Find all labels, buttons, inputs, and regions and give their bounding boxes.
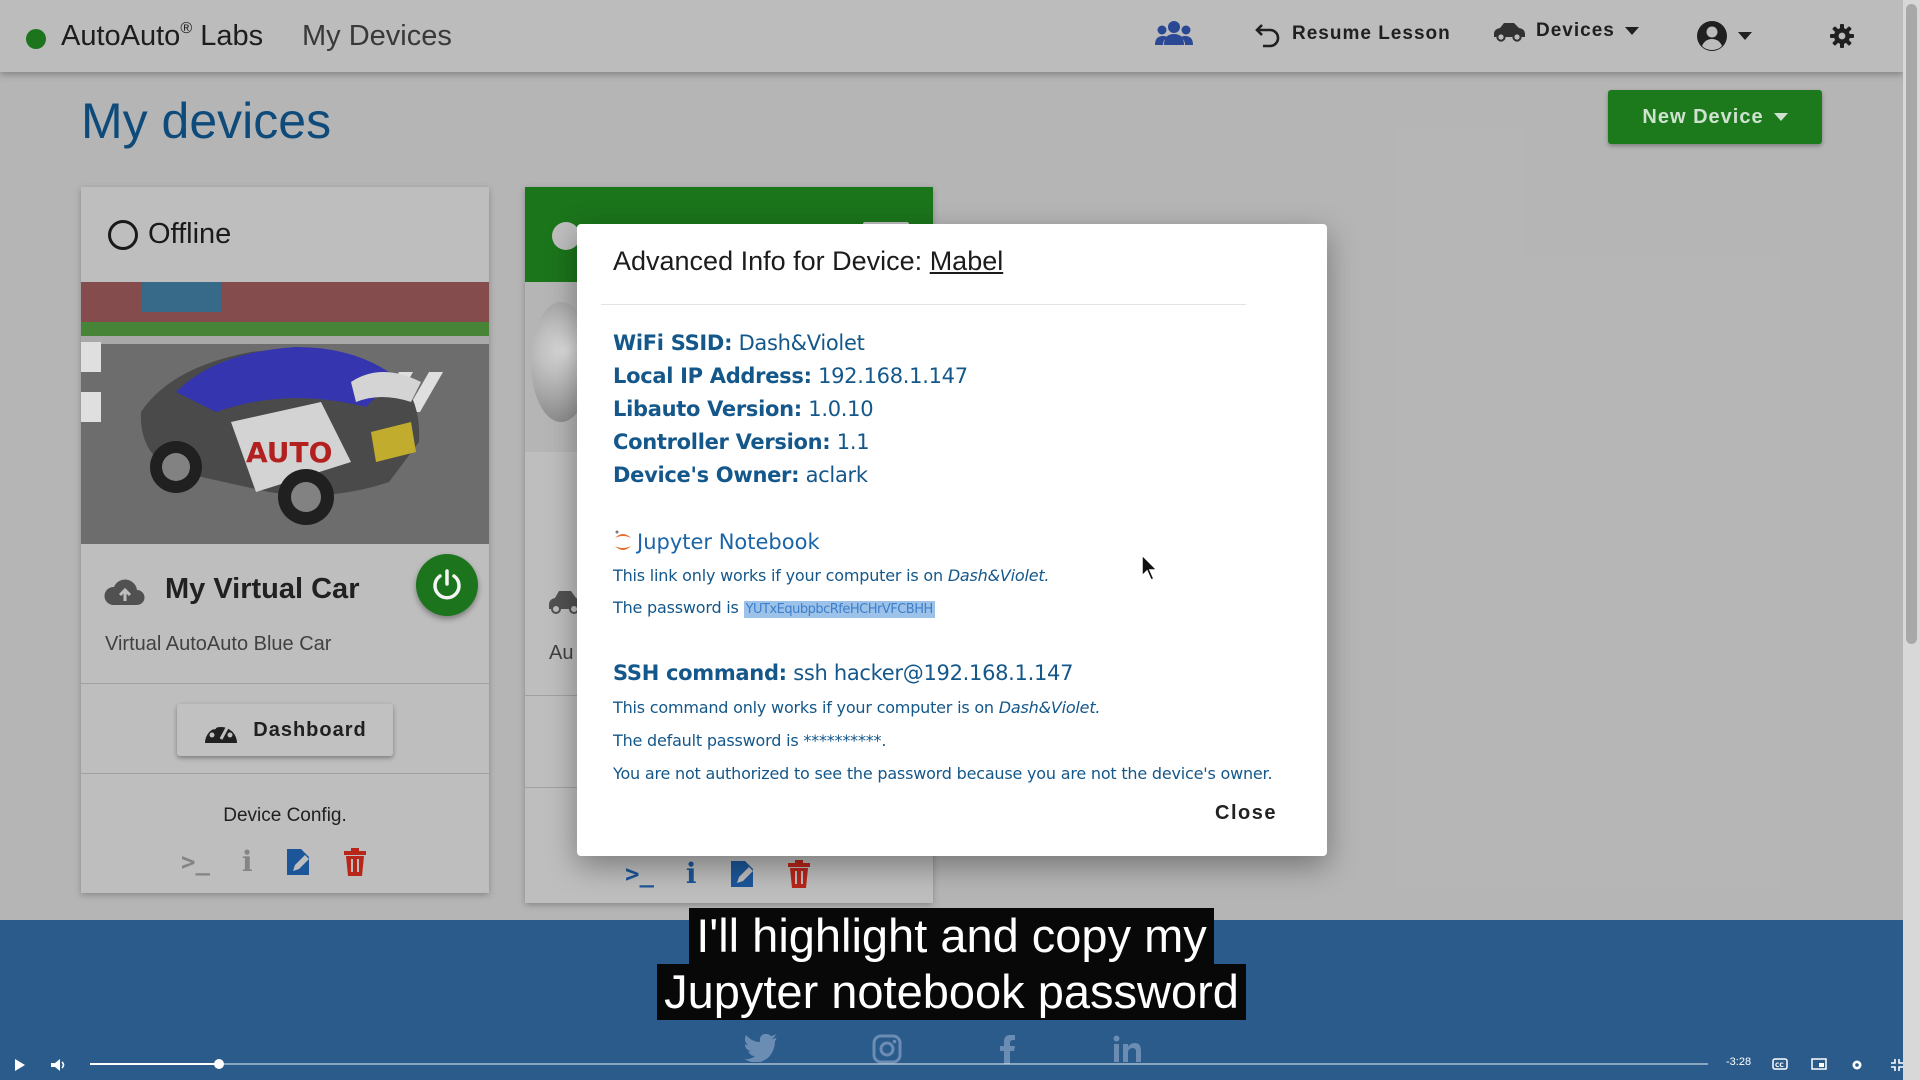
mouse-cursor-icon	[1141, 553, 1159, 581]
controller-version-value: 1.1	[836, 430, 870, 454]
jupyter-notebook-link[interactable]: Jupyter Notebook	[613, 529, 820, 555]
ssh-command-row: SSH command: ssh hacker@192.168.1.147	[613, 661, 1073, 685]
exit-fullscreen-icon[interactable]	[1890, 1058, 1904, 1072]
libauto-version-label: Libauto Version:	[613, 397, 802, 421]
jupyter-note-network: Dash&Violet.	[947, 566, 1050, 585]
libauto-version-value: 1.0.10	[808, 397, 874, 421]
scrollbar-thumb[interactable]	[1906, 4, 1917, 644]
device-owner-row: Device's Owner: aclark	[613, 463, 868, 487]
ip-address-value: 192.168.1.147	[818, 364, 968, 388]
video-progress-bar[interactable]	[90, 1059, 1708, 1069]
close-button[interactable]: Close	[1215, 802, 1277, 825]
ip-address-row: Local IP Address: 192.168.1.147	[613, 364, 968, 388]
video-controls: -3:28 CC	[0, 1048, 1920, 1080]
video-caption: I'll highlight and copy my Jupyter noteb…	[0, 908, 1903, 1020]
time-remaining: -3:28	[1726, 1056, 1752, 1068]
video-progress-handle[interactable]	[214, 1059, 225, 1069]
ssh-command-value[interactable]: ssh hacker@192.168.1.147	[793, 661, 1073, 685]
wifi-ssid-label: WiFi SSID:	[613, 331, 733, 355]
jupyter-note-text: This link only works if your computer is…	[613, 566, 943, 585]
caption-line-2: Jupyter notebook password	[657, 964, 1246, 1020]
dialog-title-prefix: Advanced Info for Device:	[613, 246, 923, 276]
picture-in-picture-icon[interactable]	[1811, 1058, 1827, 1070]
caption-line-1: I'll highlight and copy my	[689, 908, 1214, 964]
video-progress-fill	[90, 1063, 220, 1065]
divider	[601, 304, 1246, 305]
dialog-title: Advanced Info for Device: Mabel	[613, 246, 1003, 277]
password-prefix: The password is	[613, 598, 739, 617]
jupyter-password-row: The password is YUTxEqubpbcRfeHCHrVFCBHH	[613, 598, 935, 618]
device-owner-value: aclark	[805, 463, 868, 487]
device-owner-label: Device's Owner:	[613, 463, 800, 487]
jupyter-password-selection[interactable]: YUTxEqubpbcRfeHCHrVFCBHH	[743, 601, 935, 618]
libauto-version-row: Libauto Version: 1.0.10	[613, 397, 874, 421]
jupyter-logo-icon	[615, 530, 631, 550]
controller-version-label: Controller Version:	[613, 430, 831, 454]
gear-icon[interactable]	[1850, 1058, 1864, 1072]
ssh-note-text: This command only works if your computer…	[613, 698, 994, 717]
controller-version-row: Controller Version: 1.1	[613, 430, 870, 454]
jupyter-note: This link only works if your computer is…	[613, 566, 1050, 585]
not-authorized-note: You are not authorized to see the passwo…	[613, 764, 1273, 783]
ssh-note: This command only works if your computer…	[613, 698, 1100, 717]
default-password-note: The default password is **********.	[613, 731, 887, 750]
page-scrollbar[interactable]	[1903, 0, 1920, 1080]
jupyter-notebook-label: Jupyter Notebook	[637, 530, 820, 554]
device-name-link[interactable]: Mabel	[930, 246, 1004, 276]
ssh-command-label: SSH command:	[613, 661, 787, 685]
ip-address-label: Local IP Address:	[613, 364, 812, 388]
volume-icon[interactable]	[50, 1058, 68, 1072]
svg-text:CC: CC	[1775, 1062, 1784, 1069]
closed-captions-icon[interactable]: CC	[1772, 1058, 1788, 1070]
advanced-info-dialog: Advanced Info for Device: Mabel WiFi SSI…	[577, 224, 1327, 856]
wifi-ssid-row: WiFi SSID: Dash&Violet	[613, 331, 865, 355]
play-icon[interactable]	[14, 1058, 26, 1072]
ssh-note-network: Dash&Violet.	[998, 698, 1101, 717]
wifi-ssid-value: Dash&Violet	[738, 331, 865, 355]
